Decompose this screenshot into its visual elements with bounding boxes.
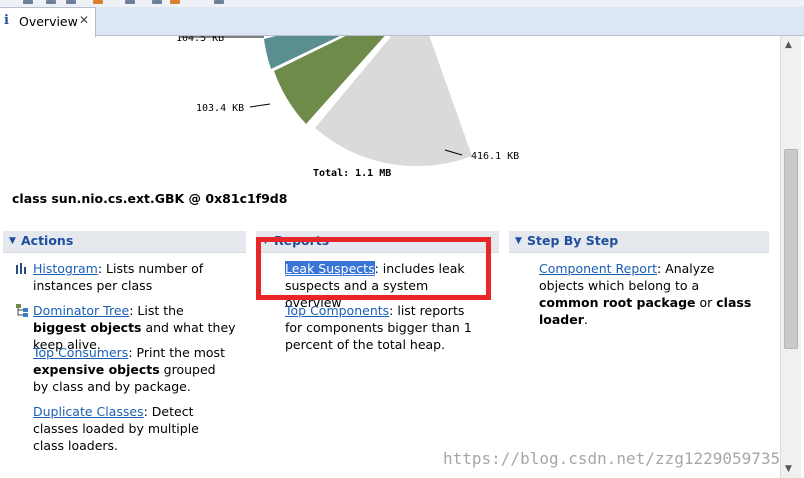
top-consumers-link[interactable]: Top Consumers	[33, 345, 128, 360]
component-desc-3: .	[583, 312, 588, 327]
editor-tab-bar	[0, 7, 804, 36]
component-desc-2: or	[695, 295, 717, 310]
vertical-scrollbar[interactable]: ▲ ▼	[780, 36, 801, 478]
chart-total: Total: 1.1 MB	[313, 168, 391, 179]
dominator-tree-icon	[16, 304, 28, 317]
scroll-up-icon[interactable]: ▲	[785, 40, 792, 50]
slice-label-green: 103.4 KB	[196, 103, 244, 114]
toolbar-icon[interactable]	[23, 0, 33, 4]
consumers-bold: expensive objects	[33, 362, 160, 377]
close-icon[interactable]: ✕	[79, 13, 89, 27]
duplicates-item: Duplicate Classes: Detect classes loaded…	[33, 403, 233, 454]
histogram-icon	[16, 263, 26, 274]
consumers-item: Top Consumers: Print the most expensive …	[33, 344, 228, 395]
consumers-desc-1: : Print the most	[128, 345, 225, 360]
watermark: https://blog.csdn.net/zzg1229059735	[443, 449, 781, 468]
dominator-tree-link[interactable]: Dominator Tree	[33, 303, 129, 318]
toolbar-icon[interactable]	[170, 0, 180, 4]
object-title: class sun.nio.cs.ext.GBK @ 0x81c1f9d8	[12, 191, 288, 206]
toolbar-icon[interactable]	[93, 0, 103, 4]
component-report-item: Component Report: Analyze objects which …	[539, 260, 761, 328]
component-bold-1: common root package	[539, 295, 696, 310]
toolbar-icon[interactable]	[152, 0, 162, 4]
collapse-icon[interactable]: ▼	[9, 236, 16, 246]
toolbar-icon[interactable]	[214, 0, 224, 4]
scroll-thumb[interactable]	[784, 149, 798, 349]
toolbar-icon[interactable]	[125, 0, 135, 4]
histogram-link[interactable]: Histogram	[33, 261, 98, 276]
leader-line	[249, 103, 271, 108]
info-icon: i	[4, 13, 9, 28]
dominator-bold: biggest objects	[33, 320, 142, 335]
slice-label-gray: 416.1 KB	[471, 151, 519, 162]
stepbystep-header[interactable]: ▼ Step By Step	[509, 231, 769, 253]
top-components-item: Top Components: list reports for compone…	[285, 302, 485, 353]
pie-chart: 104.5 KB 103.4 KB 416.1 KB Total: 1.1 MB	[176, 36, 519, 179]
collapse-icon[interactable]: ▼	[515, 236, 522, 246]
histogram-item: Histogram: Lists number of instances per…	[33, 260, 223, 294]
tab-label: Overview	[19, 14, 78, 29]
tab-overview[interactable]: i Overview ✕	[0, 7, 96, 37]
dominator-desc-1: : List the	[129, 303, 184, 318]
top-components-link[interactable]: Top Components	[285, 303, 389, 318]
highlight-box	[256, 237, 491, 300]
duplicate-classes-link[interactable]: Duplicate Classes	[33, 404, 144, 419]
stepbystep-section: ▼ Step By Step	[509, 231, 769, 253]
slice-label-teal: 104.5 KB	[176, 36, 224, 44]
stepbystep-title: Step By Step	[527, 233, 619, 248]
toolbar-icon[interactable]	[46, 0, 56, 4]
actions-header[interactable]: ▼ Actions	[3, 231, 246, 253]
component-report-link[interactable]: Component Report	[539, 261, 657, 276]
toolbar	[0, 0, 804, 7]
actions-title: Actions	[21, 233, 74, 248]
scroll-down-icon[interactable]: ▼	[785, 464, 792, 474]
actions-section: ▼ Actions	[3, 231, 246, 253]
toolbar-icon[interactable]	[66, 0, 76, 4]
